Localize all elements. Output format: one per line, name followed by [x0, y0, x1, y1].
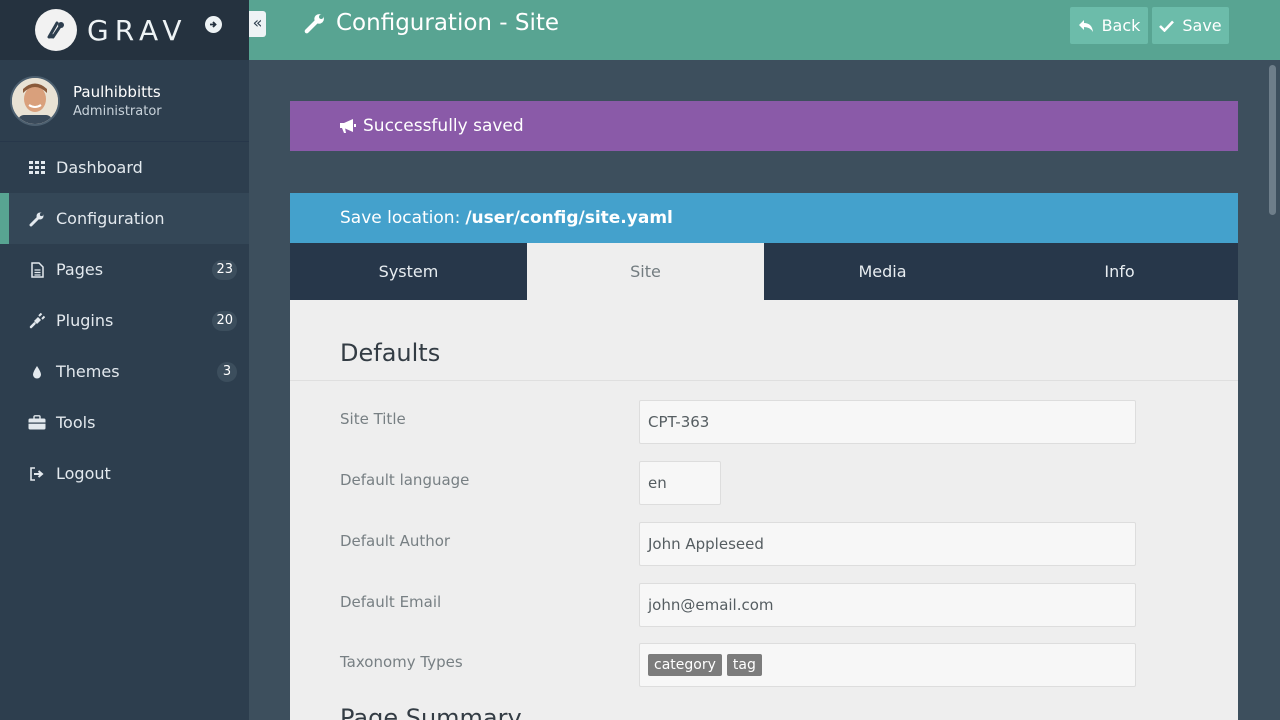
file-icon	[28, 261, 46, 279]
plugins-count-badge: 20	[212, 311, 237, 331]
sidebar-item-label: Configuration	[56, 209, 165, 228]
sign-out-icon[interactable]	[205, 16, 222, 33]
top-bar: Configuration - Site Back Save	[249, 0, 1280, 60]
success-alert-text: Successfully saved	[363, 116, 524, 136]
sidebar-item-label: Dashboard	[56, 158, 143, 177]
user-profile[interactable]: Paulhibbitts Administrator	[0, 60, 249, 142]
page-title: Configuration - Site	[304, 10, 559, 36]
collapse-sidebar-button[interactable]: «	[249, 11, 266, 37]
config-tabs: System Site Media Info	[290, 243, 1238, 300]
avatar	[10, 75, 60, 126]
taxonomy-types-input[interactable]: category tag	[639, 643, 1136, 687]
back-button[interactable]: Back	[1070, 7, 1148, 44]
user-name: Paulhibbitts	[73, 82, 161, 101]
logo-bar: GRAV	[0, 0, 249, 60]
sidebar-item-label: Themes	[56, 362, 120, 381]
back-button-label: Back	[1101, 16, 1141, 35]
page-summary-section-title: Page Summary	[340, 704, 522, 720]
sidebar-item-plugins[interactable]: Plugins 20	[0, 295, 249, 346]
default-language-label: Default language	[340, 471, 470, 489]
save-location-label: Save location:	[340, 208, 461, 228]
default-language-input[interactable]: en	[639, 461, 721, 505]
sign-out-icon	[28, 465, 46, 483]
pages-count-badge: 23	[212, 260, 237, 280]
grid-icon	[28, 159, 46, 177]
sidebar-item-tools[interactable]: Tools	[0, 397, 249, 448]
default-email-label: Default Email	[340, 593, 442, 611]
sidebar-item-label: Tools	[56, 413, 96, 432]
section-title: Defaults	[340, 339, 441, 367]
scrollbar-thumb[interactable]	[1269, 65, 1276, 215]
sidebar-item-configuration[interactable]: Configuration	[0, 193, 249, 244]
sidebar: GRAV « Paulhibbitts Administrator Dashbo…	[0, 0, 266, 720]
tab-media[interactable]: Media	[764, 243, 1001, 300]
sidebar-item-pages[interactable]: Pages 23	[0, 244, 249, 295]
plug-icon	[28, 312, 46, 330]
reply-icon	[1078, 19, 1093, 32]
page-title-text: Configuration - Site	[336, 10, 560, 36]
site-title-label: Site Title	[340, 410, 406, 428]
user-role: Administrator	[73, 103, 162, 119]
brand-name: GRAV	[87, 13, 188, 47]
briefcase-icon	[28, 414, 46, 432]
check-icon	[1159, 20, 1175, 32]
save-location-path: /user/config/site.yaml	[465, 208, 673, 228]
section-divider	[290, 380, 1238, 381]
droplet-icon	[28, 363, 46, 381]
tab-site[interactable]: Site	[527, 243, 764, 300]
tab-system[interactable]: System	[290, 243, 527, 300]
bullhorn-icon	[340, 119, 356, 133]
site-config-panel: Defaults Site Title CPT-363 Default lang…	[290, 300, 1238, 720]
grav-logo-icon[interactable]	[35, 9, 77, 51]
taxonomy-tag[interactable]: category	[648, 654, 722, 676]
sidebar-item-themes[interactable]: Themes 3	[0, 346, 249, 397]
save-button[interactable]: Save	[1152, 7, 1229, 44]
default-email-input[interactable]: john@email.com	[639, 583, 1136, 627]
scrollbar[interactable]	[1266, 60, 1280, 720]
save-button-label: Save	[1182, 16, 1222, 35]
sidebar-item-label: Plugins	[56, 311, 114, 330]
sidebar-item-label: Pages	[56, 260, 104, 279]
taxonomy-types-label: Taxonomy Types	[340, 653, 463, 671]
sidebar-item-logout[interactable]: Logout	[0, 448, 249, 499]
default-author-label: Default Author	[340, 532, 451, 550]
site-title-input[interactable]: CPT-363	[639, 400, 1136, 444]
tab-info[interactable]: Info	[1001, 243, 1238, 300]
sidebar-item-label: Logout	[56, 464, 111, 483]
taxonomy-tag[interactable]: tag	[726, 654, 762, 676]
sidebar-item-dashboard[interactable]: Dashboard	[0, 142, 249, 193]
success-alert: Successfully saved	[290, 101, 1238, 151]
themes-count-badge: 3	[217, 362, 237, 382]
wrench-icon	[304, 14, 324, 34]
wrench-icon	[28, 210, 46, 228]
default-author-input[interactable]: John Appleseed	[639, 522, 1136, 566]
save-location-alert: Save location: /user/config/site.yaml	[290, 193, 1238, 243]
